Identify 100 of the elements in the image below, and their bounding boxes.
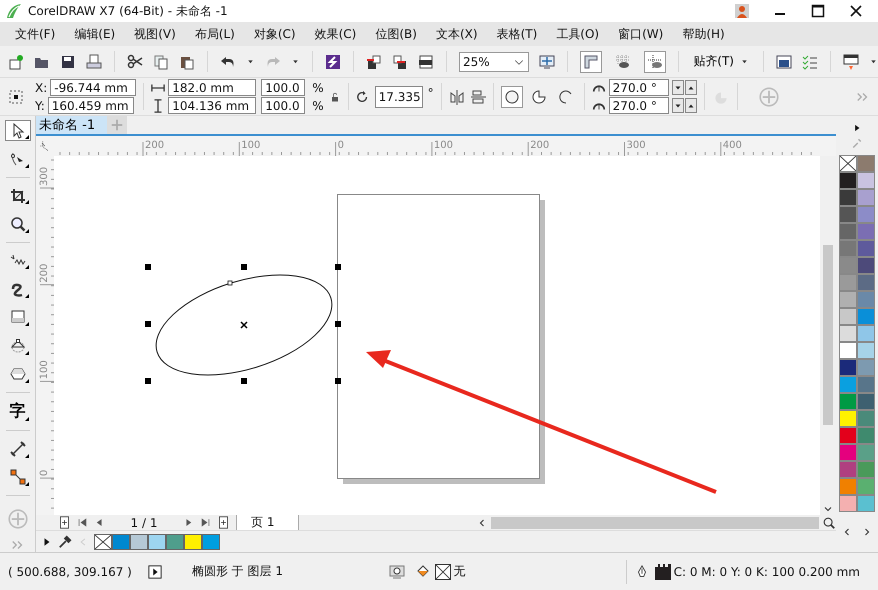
color-swatch[interactable]: [130, 534, 148, 550]
color-swatch[interactable]: [839, 172, 857, 189]
ellipse-nodes-icon[interactable]: [10, 338, 26, 354]
selection-handle[interactable]: [145, 264, 151, 270]
import-icon[interactable]: [366, 54, 382, 70]
fill-bucket-icon[interactable]: [414, 564, 431, 580]
color-swatch[interactable]: [857, 274, 875, 291]
scrollbar-thumb[interactable]: [823, 245, 833, 425]
color-swatch[interactable]: [839, 376, 857, 393]
maximize-icon[interactable]: [810, 3, 826, 19]
color-swatch[interactable]: [839, 444, 857, 461]
first-page-icon[interactable]: [77, 517, 88, 528]
color-swatch[interactable]: [148, 534, 166, 550]
decrement-button[interactable]: [672, 80, 684, 95]
menu-item[interactable]: 位图(B): [366, 26, 427, 42]
color-swatch[interactable]: [857, 291, 875, 308]
selection-handle[interactable]: [335, 264, 341, 270]
dimension-icon[interactable]: [10, 440, 26, 457]
zoom-icon[interactable]: [10, 216, 26, 232]
no-color-swatch[interactable]: [94, 534, 112, 550]
rotation-angle-field[interactable]: 17.335: [374, 86, 423, 108]
copy-icon[interactable]: [153, 54, 169, 70]
node-handle[interactable]: [228, 280, 232, 286]
menu-item[interactable]: 编辑(E): [65, 26, 126, 42]
color-swatch[interactable]: [857, 444, 875, 461]
color-swatch[interactable]: [839, 342, 857, 359]
add-page-after-icon[interactable]: [217, 516, 230, 529]
document-tab[interactable]: 未命名 -1: [36, 116, 108, 134]
color-swatch[interactable]: [857, 172, 875, 189]
height-field[interactable]: 104.136 mm: [168, 97, 256, 114]
user-avatar-icon[interactable]: [734, 3, 750, 19]
palette-menu-icon[interactable]: [852, 122, 862, 132]
export-icon[interactable]: [392, 54, 408, 70]
y-position-field[interactable]: 160.459 mm: [48, 97, 134, 114]
increment-button[interactable]: [684, 80, 697, 95]
color-swatch[interactable]: [839, 291, 857, 308]
color-swatch[interactable]: [857, 308, 875, 325]
increment-button[interactable]: [684, 98, 697, 113]
color-swatch[interactable]: [857, 206, 875, 223]
color-swatch[interactable]: [857, 325, 875, 342]
color-swatch[interactable]: [839, 206, 857, 223]
color-swatch[interactable]: [184, 534, 202, 550]
text-tool[interactable]: 字: [4, 400, 30, 424]
object-origin-icon[interactable]: [8, 88, 24, 104]
full-screen-preview-icon[interactable]: [539, 54, 556, 70]
color-swatch[interactable]: [857, 189, 875, 206]
width-field[interactable]: 182.0 mm: [168, 79, 256, 96]
menu-item[interactable]: 帮助(H): [673, 26, 735, 42]
guidelines-toggle[interactable]: [644, 50, 666, 72]
publish-icon[interactable]: [325, 54, 341, 70]
color-swatch[interactable]: [857, 155, 875, 172]
new-document-icon[interactable]: [8, 54, 24, 70]
color-swatch[interactable]: [839, 478, 857, 495]
color-swatch[interactable]: [839, 393, 857, 410]
color-swatch[interactable]: [857, 257, 875, 274]
color-swatch[interactable]: [839, 257, 857, 274]
color-swatch[interactable]: [166, 534, 184, 550]
selection-handle[interactable]: [335, 321, 341, 327]
rectangle-icon[interactable]: [10, 309, 26, 326]
scale-height-field[interactable]: 100.0: [261, 97, 306, 114]
menu-item[interactable]: 文件(F): [6, 26, 66, 42]
color-swatch[interactable]: [857, 359, 875, 376]
color-swatch[interactable]: [202, 534, 220, 550]
cut-icon[interactable]: [127, 54, 143, 70]
selection-handle[interactable]: [145, 321, 151, 327]
menu-item[interactable]: 窗口(W): [609, 26, 674, 42]
color-swatch[interactable]: [857, 495, 875, 512]
end-angle-field[interactable]: 270.0 °: [608, 97, 669, 114]
scale-width-field[interactable]: 100.0: [261, 79, 306, 96]
color-swatch[interactable]: [857, 376, 875, 393]
hexagon-icon[interactable]: [10, 366, 26, 382]
selection-handle[interactable]: [241, 264, 247, 270]
menu-item[interactable]: 布局(L): [186, 26, 245, 42]
zoom-level-dropdown[interactable]: 25%: [459, 52, 530, 72]
color-swatch[interactable]: [839, 359, 857, 376]
menu-item[interactable]: 工具(O): [547, 26, 610, 42]
application-launcher-icon[interactable]: [843, 54, 859, 70]
selection-handle[interactable]: [335, 378, 341, 384]
color-swatch[interactable]: [857, 240, 875, 257]
ellipse-mode-button[interactable]: [500, 86, 523, 108]
color-swatch[interactable]: [857, 410, 875, 427]
decrement-button[interactable]: [672, 98, 684, 113]
rulers-toggle[interactable]: [580, 50, 602, 72]
color-proof-icon[interactable]: [388, 564, 405, 580]
menu-item[interactable]: 文本(X): [426, 26, 488, 42]
color-swatch[interactable]: [857, 342, 875, 359]
menu-item[interactable]: 表格(T): [488, 26, 548, 42]
zoom-navigator-icon[interactable]: [822, 516, 836, 530]
color-swatch[interactable]: [839, 240, 857, 257]
play-arrow-icon[interactable]: [42, 536, 52, 548]
shape-tool-icon[interactable]: [10, 151, 26, 168]
rotate-icon[interactable]: [356, 90, 370, 104]
color-swatch[interactable]: [857, 427, 875, 444]
options-checklist-icon[interactable]: [802, 54, 818, 70]
color-swatch[interactable]: [112, 534, 130, 550]
start-angle-field[interactable]: 270.0 °: [608, 79, 669, 96]
save-icon[interactable]: [60, 54, 76, 70]
close-icon[interactable]: [848, 3, 864, 19]
menu-item[interactable]: 效果(C): [306, 26, 366, 42]
color-swatch[interactable]: [839, 495, 857, 512]
